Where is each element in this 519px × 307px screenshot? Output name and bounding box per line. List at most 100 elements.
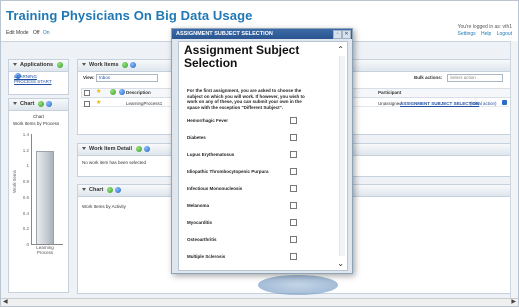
y-axis-tick-label: 0.8 [22,179,29,185]
row-star-icon[interactable]: ★ [96,99,101,106]
modal-close-icon[interactable]: ✕ [342,30,351,39]
app-frame: Training Physicians On Big Data Usage Ed… [0,0,519,307]
refresh-icon[interactable] [37,100,44,107]
chart-subtitle: Chart [33,114,45,119]
page-vertical-scrollbar[interactable] [510,41,518,301]
subject-option-checkbox[interactable] [290,134,297,141]
refresh-icon[interactable] [135,145,142,152]
y-axis-line [31,134,32,244]
settings-link[interactable]: Settings [458,31,476,37]
bulk-actions-select[interactable]: Select action [447,74,503,82]
work-items-title: Work Items [89,62,119,68]
subject-option-checkbox[interactable] [290,236,297,243]
modal-scrollbar[interactable] [339,56,345,256]
y-axis-tick-label: 1.2 [22,147,29,153]
activity-chart-title: Chart [89,187,104,193]
y-axis-tick-label: 0.4 [22,210,29,216]
row-task-extra: (initial action) [470,101,497,106]
flag-star-icon: ★ [96,89,102,95]
collapse-icon[interactable] [13,102,17,106]
y-axis-tick-label: 0 [26,242,29,247]
chart-panel: Chart Chart Work Items by Process Work I… [8,98,69,293]
subject-option-label: Osteoarthritis [187,237,217,242]
collapse-icon[interactable] [82,188,86,192]
refresh-icon[interactable] [106,186,113,193]
edit-mode-off[interactable]: Off [33,30,40,36]
page-title: Training Physicians On Big Data Usage [6,8,253,23]
help-icon[interactable] [143,145,150,152]
row-participant: Unassigned [378,101,402,106]
subject-option-checkbox[interactable] [290,168,297,175]
collapse-icon[interactable] [82,63,86,67]
subject-option-label: Diabetes [187,135,206,140]
help-icon[interactable] [45,100,52,107]
chart-caption: Work Items by Process [13,121,60,126]
refresh-icon[interactable] [56,61,63,68]
chart-shadow [258,275,338,295]
applications-header: Applications [9,60,68,79]
status-icon [110,89,116,95]
chart-bar [36,151,54,245]
subject-option-checkbox[interactable] [290,117,297,124]
bulk-actions-select-value: Select action [450,75,476,80]
row-description[interactable]: LearningProcess1 [126,101,162,106]
view-label: View: [83,75,95,80]
collapse-icon[interactable] [13,63,17,67]
page-horizontal-scrollbar[interactable]: ◀ ▶ [1,298,518,306]
x-axis-label: Learning Process [36,245,54,255]
subject-option-label: Myocarditis [187,220,213,225]
subject-option-checkbox[interactable] [290,253,297,260]
priority-icon [119,89,125,95]
subject-option-checkbox[interactable] [290,185,297,192]
chart-panel-header: Chart [9,99,68,111]
chevron-up-icon[interactable]: ⌃ [337,45,344,54]
subject-option-checkbox[interactable] [290,151,297,158]
learning-process-start-link[interactable]: LEARNING PROCESS START [14,74,60,84]
subject-option-label: Lupus Erythematosus [187,152,235,157]
help-icon[interactable] [130,61,137,68]
subject-option-checkbox[interactable] [290,202,297,209]
row-open-icon[interactable] [502,100,507,105]
assignment-subject-modal: ASSIGNMENT SUBJECT SELECTION ▫ ✕ Assignm… [171,28,353,274]
subject-option-checkbox[interactable] [290,219,297,226]
applications-title: Applications [20,62,54,68]
view-select[interactable]: Inbox [96,74,158,82]
description-column-header[interactable]: Description [126,90,151,95]
scroll-left-icon[interactable]: ◀ [3,299,8,306]
modal-heading-line2: Selection [184,56,238,70]
scroll-right-icon[interactable]: ▶ [511,299,516,306]
subject-option-label: Infectious Mononucleosis [187,186,243,191]
subject-option-label: Idiopathic Thrombocytopenic Purpura [187,169,269,174]
edit-mode-on[interactable]: On [43,30,50,36]
modal-content: Assignment Subject Selection ⌃ For the f… [178,41,348,271]
y-axis-tick-label: 0.6 [22,194,29,200]
work-item-detail-title: Work Item Detail [89,146,132,152]
participant-column-header[interactable]: Participant [378,90,401,95]
work-item-detail-empty: No work item has been selected [82,160,147,165]
activity-chart-caption: Work Items by Activity [82,204,126,209]
help-icon[interactable] [114,186,121,193]
applications-panel: Applications LEARNING PROCESS START [8,59,69,95]
logged-in-text: You're logged in as: vth1 [457,24,512,30]
logout-link[interactable]: Logout [497,31,512,37]
modal-title-bar: ASSIGNMENT SUBJECT SELECTION [172,29,352,39]
subject-option-label: Melanoma [187,203,210,208]
modal-window-title: ASSIGNMENT SUBJECT SELECTION [176,31,273,37]
y-axis-tick-label: 1 [26,163,29,169]
help-link[interactable]: Help [481,31,491,37]
bulk-actions-label: Bulk actions: [414,75,443,80]
user-info: You're logged in as: vth1 Settings Help … [454,24,512,38]
chevron-down-icon[interactable]: ⌄ [337,259,344,268]
edit-mode-toggle: Edit Mode Off On [6,30,50,36]
row-checkbox[interactable] [84,101,90,107]
y-axis-tick-label: 0.2 [22,226,29,232]
modal-intro-text: For the first assignment, you are asked … [187,88,305,110]
row-task-link[interactable]: ASSIGNMENT SUBJECT SELECTION [400,101,479,106]
modal-restore-icon[interactable]: ▫ [333,30,342,39]
select-all-checkbox[interactable] [84,90,90,96]
edit-mode-label: Edit Mode [6,30,29,36]
refresh-icon[interactable] [122,61,129,68]
subject-option-label: Hemorrhagic Fever [187,118,229,123]
collapse-icon[interactable] [82,147,86,151]
subject-option-label: Multiple Sclerosis [187,254,226,259]
